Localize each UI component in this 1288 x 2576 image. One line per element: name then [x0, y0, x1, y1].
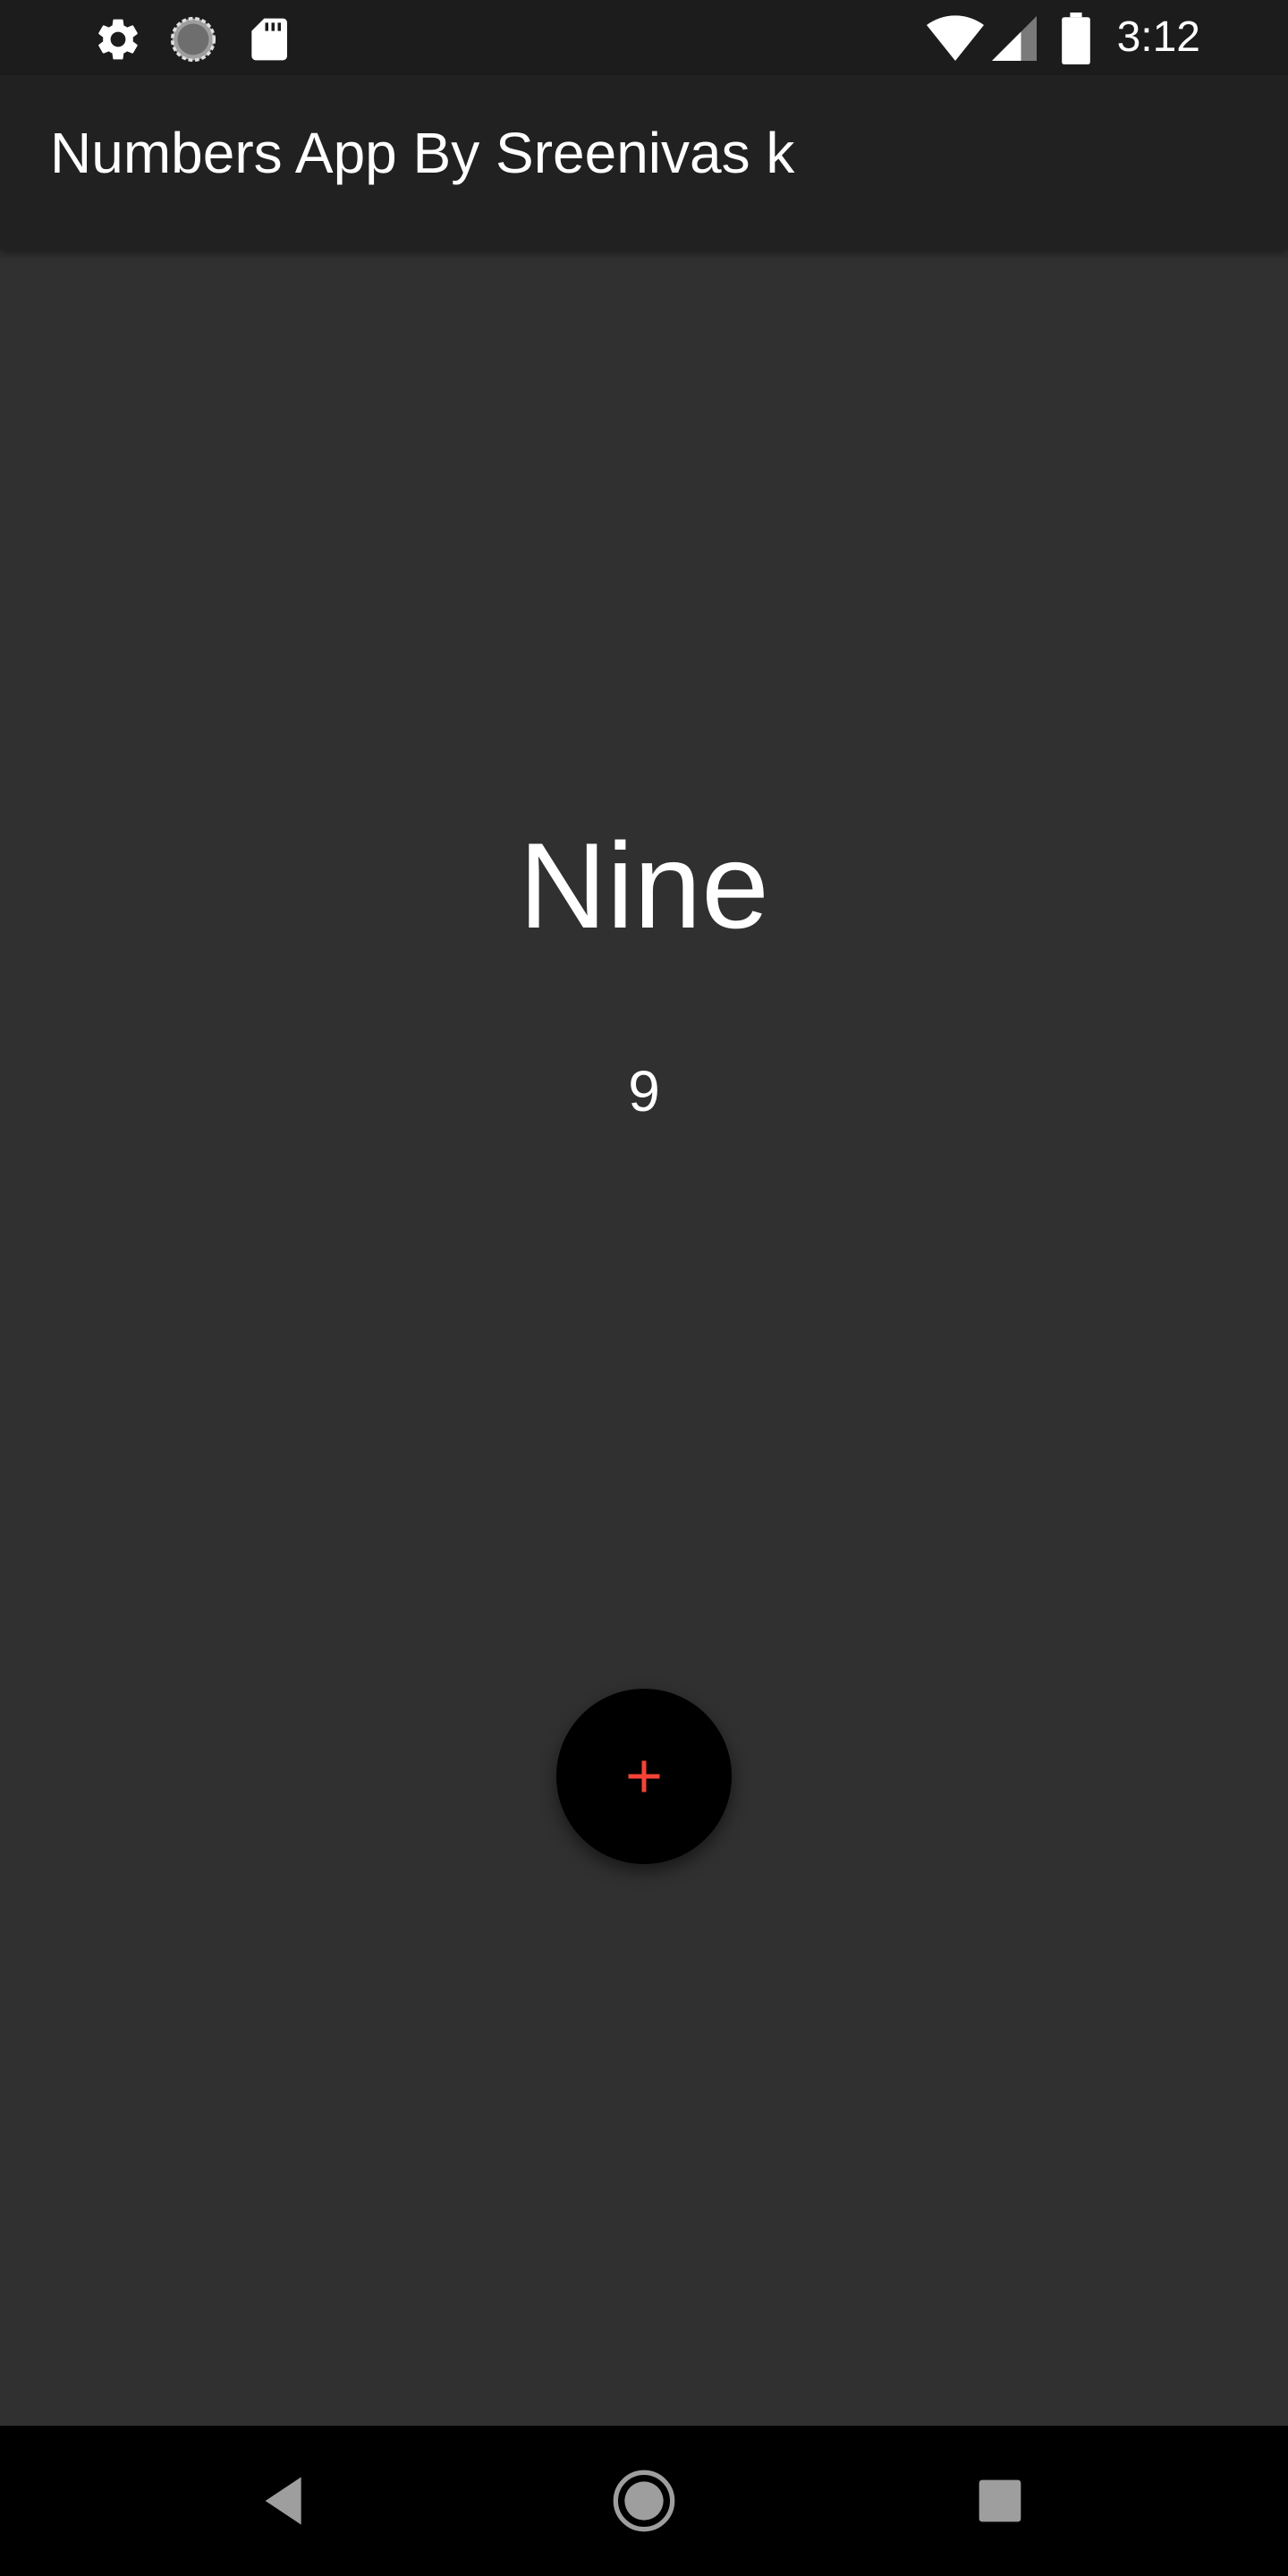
back-button[interactable] — [250, 2465, 322, 2537]
number-word: Nine — [519, 818, 769, 953]
home-icon — [613, 2470, 675, 2532]
status-time: 3:12 — [1116, 13, 1200, 61]
navigation-bar — [0, 2426, 1288, 2576]
recents-icon — [979, 2479, 1021, 2522]
back-icon — [265, 2477, 301, 2525]
add-button[interactable] — [556, 1689, 732, 1864]
plus-icon — [628, 1760, 660, 1792]
app-title: Numbers App By Sreenivas k — [50, 121, 795, 185]
cell-signal-icon — [991, 16, 1038, 64]
battery-icon — [1061, 13, 1091, 68]
number-digit: 9 — [628, 1059, 660, 1123]
sync-icon — [168, 14, 218, 68]
app-screen: 3:12 Numbers App By Sreenivas k Nine 9 — [0, 0, 1288, 2576]
sd-card-icon — [245, 14, 292, 68]
wifi-icon — [927, 14, 984, 68]
recents-button[interactable] — [964, 2465, 1036, 2537]
home-button[interactable] — [608, 2465, 680, 2537]
app-bar: Numbers App By Sreenivas k — [0, 75, 1288, 250]
settings-icon — [93, 14, 143, 68]
status-bar: 3:12 — [0, 0, 1288, 75]
